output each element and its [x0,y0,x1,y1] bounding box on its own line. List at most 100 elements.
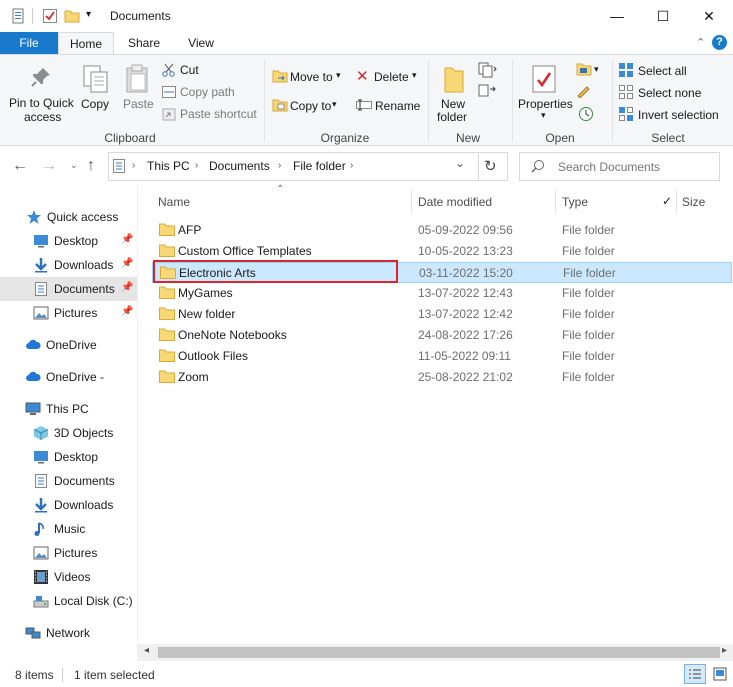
new-item-icon[interactable] [478,62,498,78]
divider[interactable] [555,190,556,214]
table-row[interactable]: Outlook Files 11-05-2022 09:11 File folder [152,346,732,367]
tab-home[interactable]: Home [58,32,114,55]
back-arrow-icon[interactable]: ← [12,157,28,175]
copy-to-button[interactable]: Copy to ▾ [272,97,346,115]
paste-button[interactable]: Paste [120,62,154,114]
tab-view[interactable]: View [176,32,226,55]
nav-this-pc[interactable]: This PC [0,397,137,421]
up-arrow-icon[interactable]: ↑ [87,157,95,175]
file-date: 05-09-2022 09:56 [418,223,513,237]
nav-pc-desktop[interactable]: Desktop [0,445,137,469]
help-icon[interactable]: ? [712,35,727,50]
folder-icon [159,349,175,362]
breadcrumb-documents[interactable]: Documents [209,159,270,173]
nav-downloads[interactable]: Downloads 📌 [0,253,137,277]
pin-icon[interactable]: 📌 [121,258,133,269]
customize-qa-dropdown-icon[interactable]: ▾ [86,9,91,20]
move-to-label: Move to [290,70,333,84]
breadcrumb-chevron-icon[interactable]: › [195,160,198,171]
open-icon[interactable] [576,62,592,76]
column-header-size[interactable]: Size [682,195,705,209]
table-row[interactable]: New folder 13-07-2022 12:42 File folder [152,304,732,325]
properties-icon[interactable] [10,8,26,24]
nav-onedrive-business[interactable]: OneDrive - [0,365,137,389]
forward-arrow-icon[interactable]: → [41,157,57,175]
tab-share[interactable]: Share [118,32,170,55]
table-row[interactable]: MyGames 13-07-2022 12:43 File folder [152,283,732,304]
select-all-button[interactable]: Select all [618,62,728,78]
copy-path-button[interactable]: Copy path [162,84,252,100]
move-to-button[interactable]: Move to ▾ [272,68,346,86]
divider[interactable] [676,190,677,214]
scroll-left-icon[interactable]: ◂ [144,645,149,656]
copy-to-label: Copy to [290,99,332,113]
column-header-type[interactable]: Type [562,195,588,209]
invert-selection-button[interactable]: Invert selection [618,106,730,122]
breadcrumb-file-folder[interactable]: File folder [293,159,346,173]
nav-desktop[interactable]: Desktop 📌 [0,229,137,253]
nav-3d-objects[interactable]: 3D Objects [0,421,137,445]
copy-button[interactable]: Copy [80,62,112,114]
large-icons-view-icon [713,667,727,681]
breadcrumb-chevron-icon[interactable]: › [132,160,135,171]
new-folder-icon[interactable] [64,8,80,24]
table-row[interactable]: Custom Office Templates 10-05-2022 13:23 F… [152,241,732,262]
file-type: File folder [562,244,615,258]
nav-music[interactable]: Music [0,517,137,541]
select-none-button[interactable]: Select none [618,84,728,100]
maximize-button[interactable]: ☐ [640,0,686,32]
nav-label: Downloads [54,258,114,272]
nav-pc-downloads[interactable]: Downloads [0,493,137,517]
table-row[interactable]: Zoom 25-08-2022 21:02 File folder [152,367,732,388]
close-button[interactable]: ✕ [686,0,732,32]
nav-documents[interactable]: Documents 📌 [0,277,137,301]
minimize-button[interactable]: — [594,0,640,32]
nav-pictures[interactable]: Pictures 📌 [0,301,137,325]
easy-access-icon[interactable] [478,84,498,100]
column-header-name[interactable]: Name [158,195,190,209]
new-folder-button[interactable]: New folder [434,62,474,124]
edit-icon[interactable] [576,84,592,98]
breadcrumb-this-pc[interactable]: This PC [147,159,190,173]
large-icons-view-button[interactable] [710,664,730,684]
table-row[interactable]: AFP 05-09-2022 09:56 File folder [152,220,732,241]
nav-quick-access[interactable]: Quick access [0,205,137,229]
paste-shortcut-button[interactable]: Paste shortcut [162,106,262,122]
recent-locations-chevron-icon[interactable]: ⌄ [70,160,78,171]
pin-icon[interactable]: 📌 [121,234,133,245]
pin-icon[interactable]: 📌 [121,306,133,317]
properties-button[interactable]: Properties ▾ [516,62,574,124]
tab-file[interactable]: File [0,32,58,55]
folder-icon [444,67,464,93]
nav-onedrive[interactable]: OneDrive [0,333,137,357]
pin-to-quick-access-button[interactable]: Pin to Quick access [6,62,76,124]
nav-pc-documents[interactable]: Documents [0,469,137,493]
collapse-ribbon-icon[interactable]: ⌃ [696,36,705,49]
breadcrumb-chevron-icon[interactable]: › [350,160,353,171]
checkmark-icon[interactable]: ✓ [662,194,672,208]
checkmark-icon[interactable] [42,8,58,24]
dropdown-arrow-icon[interactable]: ▾ [594,64,599,75]
address-dropdown-icon[interactable]: ⌄ [455,156,465,170]
cut-button[interactable]: Cut [162,62,252,78]
table-row[interactable]: OneNote Notebooks 24-08-2022 17:26 File fo… [152,325,732,346]
nav-network[interactable]: Network [0,621,137,645]
pin-icon[interactable]: 📌 [121,282,133,293]
scroll-right-icon[interactable]: ▸ [722,645,727,656]
file-type: File folder [562,328,615,342]
nav-local-disk[interactable]: Local Disk (C:) [0,589,137,613]
rename-button[interactable]: Rename [356,97,420,115]
star-icon [27,210,41,224]
divider[interactable] [411,190,412,214]
nav-videos[interactable]: Videos [0,565,137,589]
scrollbar-thumb[interactable] [158,647,720,658]
download-icon [35,258,47,273]
delete-button[interactable]: ✕ Delete ▾ [356,68,420,86]
breadcrumb-chevron-icon[interactable]: › [278,160,281,171]
history-icon[interactable] [578,106,594,122]
search-input[interactable] [519,152,720,181]
column-header-date[interactable]: Date modified [418,195,492,209]
details-view-button[interactable] [684,664,706,684]
refresh-icon[interactable]: ↻ [484,157,497,175]
nav-pc-pictures[interactable]: Pictures [0,541,137,565]
